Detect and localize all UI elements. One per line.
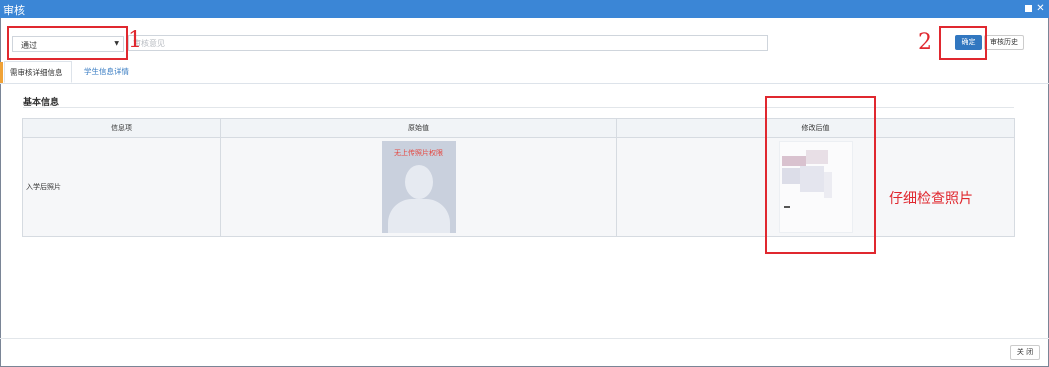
- maximize-icon[interactable]: [1024, 4, 1033, 13]
- tab-review-details[interactable]: 需审核详细信息: [4, 61, 72, 83]
- default-avatar-image: 无上传照片权限: [381, 141, 456, 233]
- dialog-titlebar: 审核 ✕: [0, 0, 1049, 18]
- review-history-button[interactable]: 审核历史: [984, 35, 1024, 50]
- tab-bar: 需审核详细信息 学生信息详情: [0, 61, 1049, 84]
- review-comment-input[interactable]: [128, 35, 768, 51]
- close-button[interactable]: 关 闭: [1010, 345, 1040, 360]
- annotation-box-select: [7, 26, 128, 60]
- annotation-note: 仔细检查照片: [889, 191, 973, 207]
- avatar-head-shape: [404, 165, 433, 199]
- annotation-step-1: 1: [128, 28, 142, 53]
- close-icon[interactable]: ✕: [1036, 4, 1045, 14]
- tab-student-details[interactable]: 学生信息详情: [79, 61, 134, 83]
- row-item-label: 入学后照片: [22, 137, 221, 237]
- annotation-step-2: 2: [918, 30, 932, 55]
- no-upload-permission-note: 无上传照片权限: [394, 149, 443, 157]
- dialog-title: 审核: [3, 4, 25, 17]
- annotation-box-photo: [765, 96, 876, 254]
- avatar-body-shape: [387, 199, 450, 233]
- annotation-box-confirm: [939, 26, 987, 60]
- footer-divider: [0, 338, 1049, 339]
- original-photo-cell: 无上传照片权限: [220, 137, 617, 237]
- column-header-original: 原始值: [220, 118, 617, 138]
- column-header-item: 信息项: [22, 118, 221, 138]
